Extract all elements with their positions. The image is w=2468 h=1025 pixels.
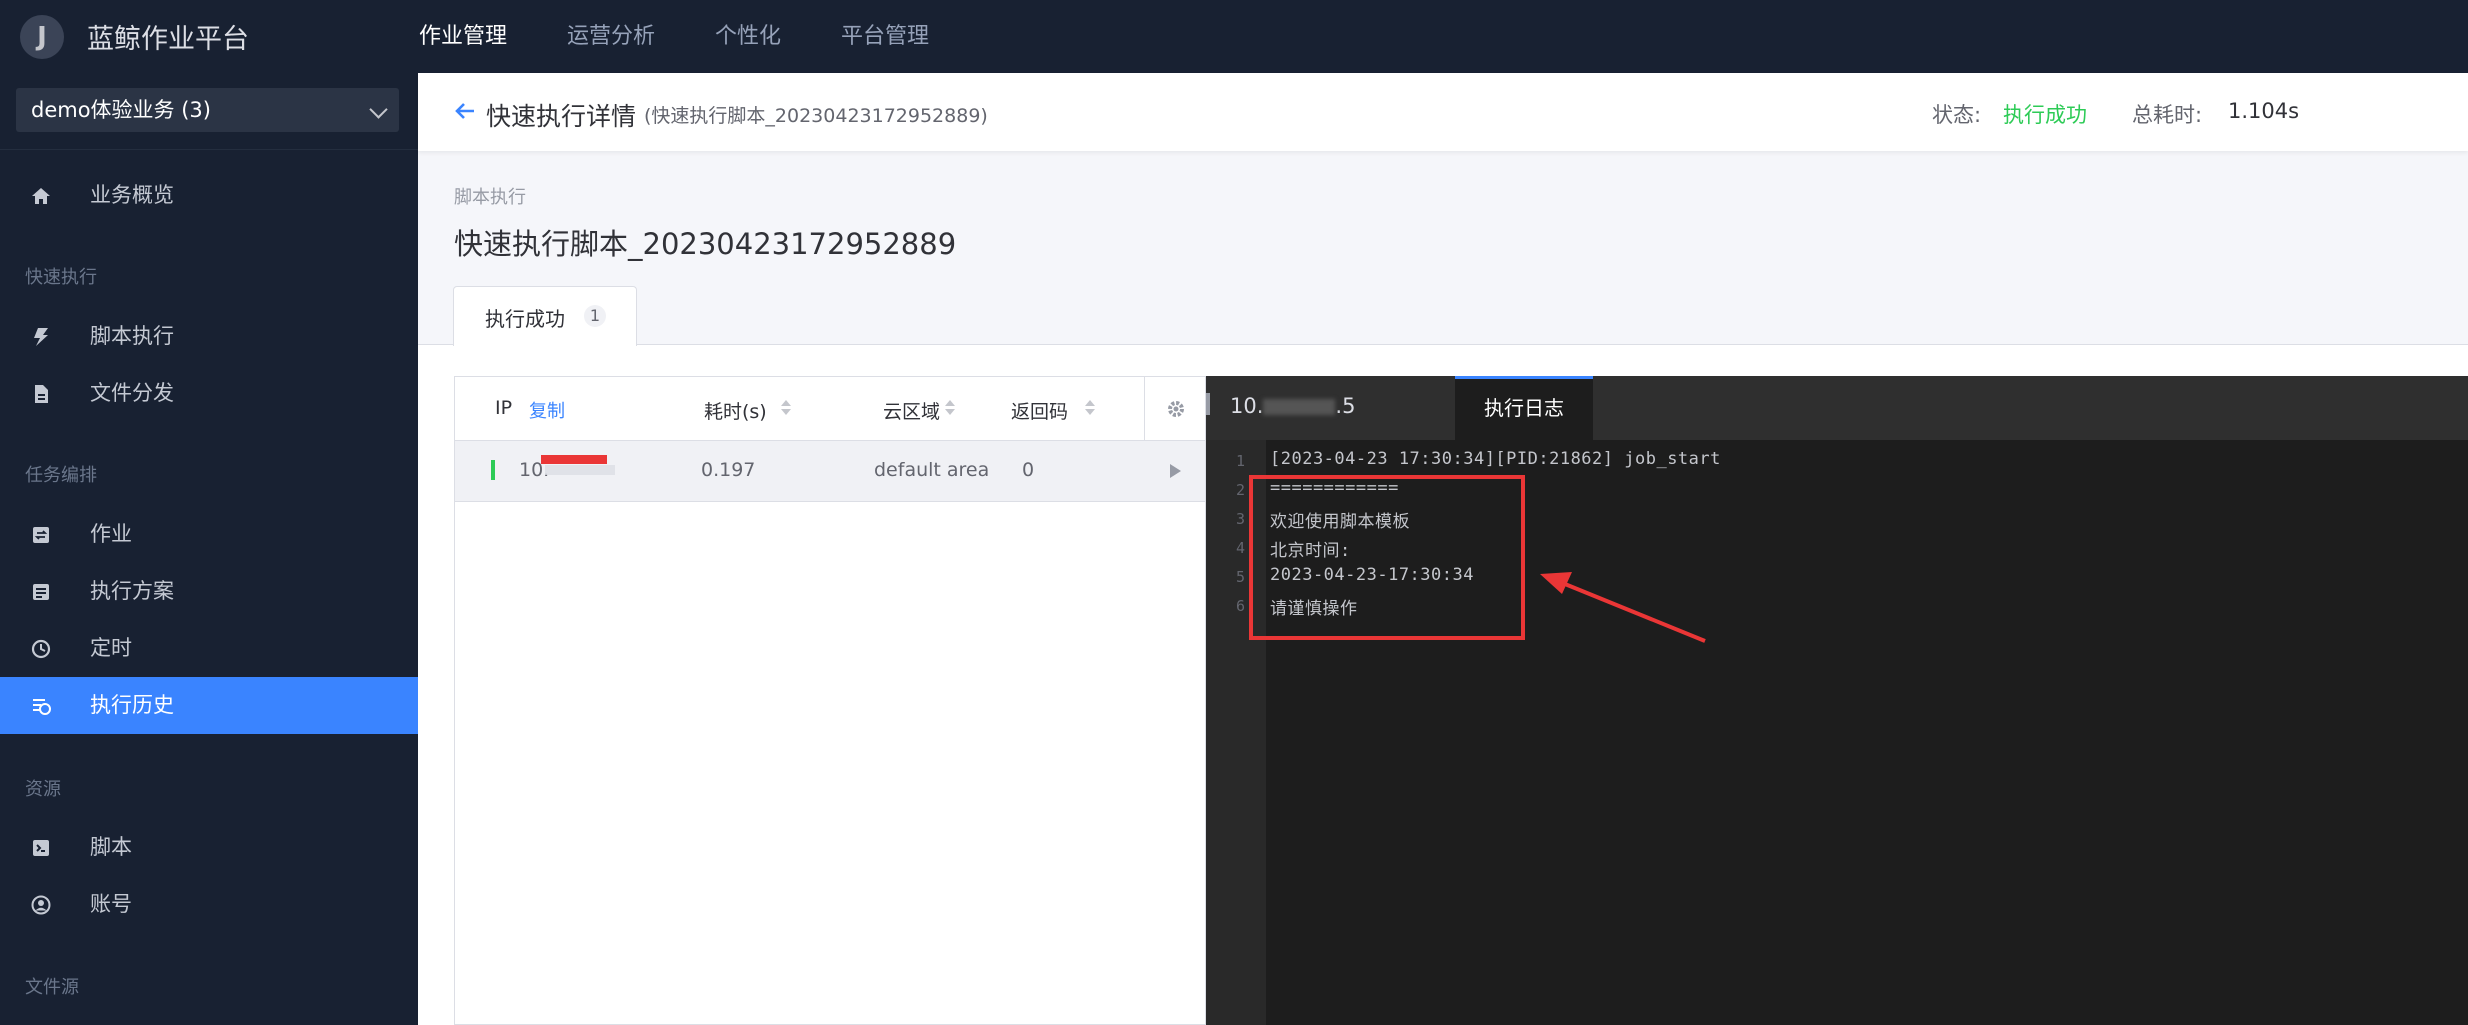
business-select-value: demo体验业务 (3) [31,98,211,122]
topnav-platform-management[interactable]: 平台管理 [841,0,929,73]
topnav-job-management[interactable]: 作业管理 [419,0,507,73]
total-cost-value: 1.104s [2228,99,2300,123]
topnav-personalize[interactable]: 个性化 [715,0,781,73]
play-icon[interactable] [1170,464,1181,478]
business-select[interactable]: demo体验业务 (3) [16,88,399,132]
sidebar-item-file-dist[interactable]: 文件分发 [0,365,418,422]
log-tab-ip[interactable]: 10. .5 [1230,394,1355,418]
tab-label: 执行成功 [485,307,565,331]
annotation-arrow-icon [1540,572,1706,643]
table-row[interactable]: 10. 0.197 default area 0 [455,441,1205,502]
gear-icon [1168,401,1184,417]
line-number: 5 [1236,568,1246,586]
ip-tab-label: 10. [1230,394,1264,418]
sidebar-item-job[interactable]: 作业 [0,506,418,563]
sidebar-item-account[interactable]: 账号 [0,876,418,933]
topnav-ops-analysis[interactable]: 运营分析 [567,0,655,73]
row-code: 0 [1022,459,1035,481]
log-line: [2023-04-23 17:30:34][PID:21862] job_sta… [1270,449,1721,469]
sidebar-item-label: 定时 [90,636,132,660]
ip-tab-suffix: .5 [1335,394,1356,418]
sidebar-item-cron[interactable]: 定时 [0,620,418,677]
section-label: 脚本执行 [454,187,526,208]
sidebar-item-label: 业务概览 [90,183,174,207]
line-number: 6 [1236,597,1246,615]
sidebar-group-quick: 快速执行 [25,267,97,288]
ip-blur [1263,399,1336,415]
sidebar-item-overview[interactable]: 业务概览 [0,167,418,224]
plan-icon [31,582,51,602]
sidebar-group-resource: 资源 [25,779,61,800]
table-header: IP 复制 耗时(s) 云区域 返回码 [455,377,1205,441]
sidebar-group-task: 任务编排 [25,465,97,486]
sidebar-item-script-exec[interactable]: 脚本执行 [0,308,418,365]
row-cost: 0.197 [701,459,756,481]
sidebar-item-label: 账号 [90,892,132,916]
tab-success[interactable]: 执行成功 1 [453,286,637,346]
line-number: 1 [1236,452,1246,470]
user-icon [31,895,51,915]
top-navbar: J 蓝鲸作业平台 作业管理 运营分析 个性化 平台管理 [0,0,2468,73]
clock-icon [31,639,51,659]
status-value: 执行成功 [2003,103,2087,127]
column-header-ip: IP [495,397,513,419]
line-number: 2 [1236,481,1246,499]
column-header-cost[interactable]: 耗时(s) [704,397,767,424]
page-header: 快速执行详情 (快速执行脚本_20230423172952889) 状态: 执行… [418,73,2468,151]
sidebar-item-history[interactable]: 执行历史 [0,677,418,734]
ip-tab-marker [1206,393,1210,415]
copy-ip-link[interactable]: 复制 [529,397,565,423]
sidebar-item-label: 文件分发 [90,381,174,405]
row-cloud: default area [874,459,990,481]
job-icon [31,525,51,545]
back-arrow-icon[interactable] [454,100,476,122]
terminal-icon [31,838,51,858]
sidebar-item-label: 脚本执行 [90,324,174,348]
column-header-cloud[interactable]: 云区域 [883,397,940,424]
redaction-blur [545,465,615,475]
app-name: 蓝鲸作业平台 [87,24,249,55]
sidebar-item-script[interactable]: 脚本 [0,819,418,876]
success-indicator [491,460,495,480]
log-tabs: 10. .5 执行日志 [1206,376,2468,440]
annotation-highlight-box [1249,475,1525,640]
line-number: 4 [1236,539,1246,557]
sidebar-group-file-source: 文件源 [25,977,79,998]
task-title: 快速执行脚本_20230423172952889 [454,227,957,261]
status-label: 状态: [1932,103,1982,127]
sidebar-item-label: 执行方案 [90,579,174,603]
log-tab-execution-log[interactable]: 执行日志 [1455,376,1593,440]
top-nav-menu: 作业管理 运营分析 个性化 平台管理 [419,0,989,73]
history-icon [31,696,51,716]
host-table: IP 复制 耗时(s) 云区域 返回码 10. 0.197 default ar… [454,376,1206,1025]
column-settings[interactable] [1144,377,1205,440]
tab-count-badge: 1 [584,305,606,327]
sidebar-item-label: 执行历史 [90,693,174,717]
redaction-mark [541,455,607,464]
page-title: 快速执行详情 [486,102,637,131]
chevron-down-icon [369,100,388,119]
sidebar-item-label: 作业 [90,522,132,546]
sidebar-divider [0,149,418,150]
lightning-icon [31,327,51,347]
page-subtitle: (快速执行脚本_20230423172952889) [644,105,988,127]
total-cost-label: 总耗时: [2132,103,2203,127]
sidebar-item-label: 脚本 [90,835,132,859]
home-icon [31,186,51,206]
logo[interactable]: J 蓝鲸作业平台 [0,14,419,59]
column-header-code[interactable]: 返回码 [1011,397,1068,424]
line-number: 3 [1236,510,1246,528]
sidebar-item-plan[interactable]: 执行方案 [0,563,418,620]
log-panel: 10. .5 执行日志 1 2 3 4 5 6 [2023-04-23 17:30… [1206,376,2468,1025]
logo-icon: J [20,14,64,59]
file-icon [31,384,51,404]
tabs-divider [418,344,2468,345]
sidebar: demo体验业务 (3) 业务概览 快速执行 脚本执行 文件分发 任务编排 作业… [0,73,418,1025]
